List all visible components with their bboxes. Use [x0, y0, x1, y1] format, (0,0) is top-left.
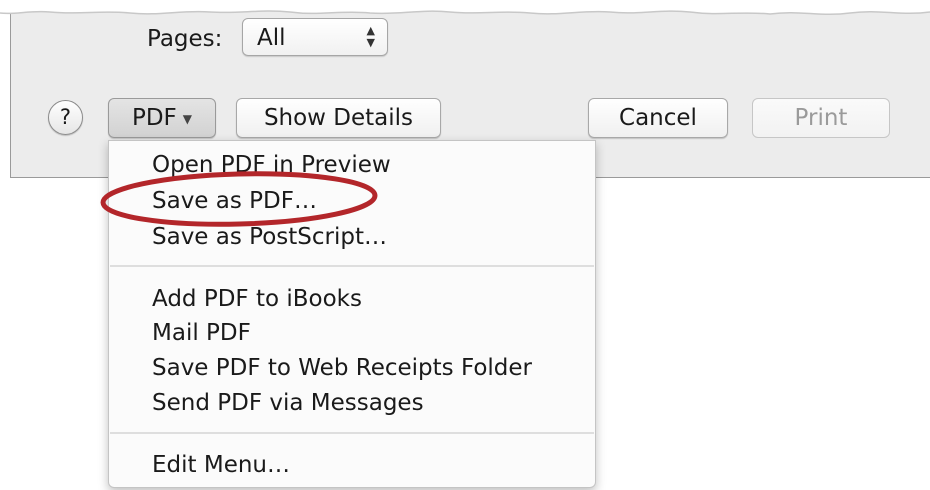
- help-button[interactable]: ?: [48, 100, 83, 135]
- menu-item-send-via-messages[interactable]: Send PDF via Messages: [152, 389, 424, 417]
- menu-item-add-to-ibooks[interactable]: Add PDF to iBooks: [152, 285, 362, 313]
- pages-select[interactable]: All ▲ ▼: [242, 18, 388, 56]
- menu-item-mail-pdf[interactable]: Mail PDF: [152, 319, 251, 347]
- show-details-button[interactable]: Show Details: [236, 98, 441, 138]
- triangle-down-icon: ▼: [182, 111, 193, 126]
- menu-item-save-as-pdf[interactable]: Save as PDF…: [152, 187, 317, 215]
- pdf-button[interactable]: PDF ▼: [108, 98, 216, 138]
- pdf-button-label: PDF: [131, 105, 177, 131]
- pdf-menu: Open PDF in Preview Save as PDF… Save as…: [108, 140, 596, 488]
- pages-label: Pages:: [147, 26, 223, 52]
- torn-edge-decoration: [0, 0, 930, 16]
- menu-separator: [110, 265, 594, 267]
- menu-separator: [110, 432, 594, 434]
- menu-item-open-in-preview[interactable]: Open PDF in Preview: [152, 151, 391, 179]
- pages-select-value: All: [257, 25, 286, 51]
- up-down-arrows-icon: ▲ ▼: [366, 24, 375, 49]
- print-button[interactable]: Print: [752, 98, 890, 138]
- menu-item-save-to-web-receipts[interactable]: Save PDF to Web Receipts Folder: [152, 354, 532, 382]
- menu-item-save-as-postscript[interactable]: Save as PostScript…: [152, 223, 387, 251]
- cancel-button[interactable]: Cancel: [588, 98, 728, 138]
- menu-item-edit-menu[interactable]: Edit Menu…: [152, 451, 290, 479]
